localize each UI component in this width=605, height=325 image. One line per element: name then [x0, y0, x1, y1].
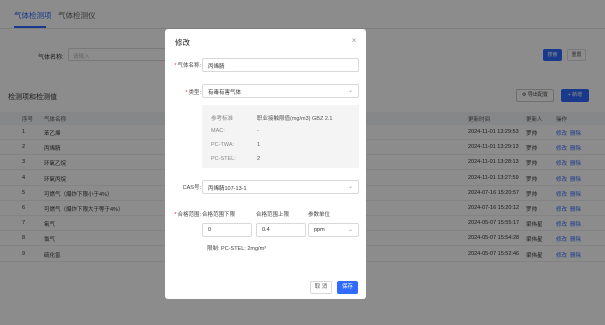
save-button[interactable]: 保存: [337, 281, 358, 294]
chevron-down-icon: ⌄: [347, 88, 353, 94]
gas-name-label: *气体名称:: [174, 63, 201, 69]
chevron-down-icon: ⌄: [347, 184, 353, 190]
reference-info-box: 参考标准 职业接触限值(mg/m3) GBZ 2.1 MAC: - PC-TWA…: [202, 105, 359, 168]
type-select[interactable]: 有毒有害气体 ⌄: [202, 84, 359, 98]
chevron-down-icon: ⌄: [347, 227, 353, 233]
ref-mac-key: MAC:: [211, 128, 225, 134]
edit-dialog: 修改 × *气体名称: 丙烯腈 *类型: 有毒有害气体 ⌄ 参考标准 职业接触限值…: [165, 29, 366, 299]
ref-twa-key: PC-TWA:: [211, 142, 235, 148]
lower-limit-input[interactable]: 0: [202, 223, 252, 237]
type-label: *类型:: [185, 90, 201, 96]
upper-limit-input[interactable]: 0.4: [256, 223, 306, 237]
type-select-value: 有毒有害气体: [208, 90, 242, 96]
ref-twa-value: 1: [257, 142, 261, 148]
lower-limit-header: 合格范围下限: [202, 212, 236, 218]
cancel-button[interactable]: 取 消: [310, 281, 332, 294]
unit-select[interactable]: ppm ⌄: [308, 223, 359, 237]
cas-select-value: 丙烯腈107-13-1: [208, 186, 247, 192]
upper-limit-header: 合格范围上限: [256, 212, 290, 218]
unit-select-value: ppm: [314, 227, 325, 233]
range-label: *合格范围:: [174, 212, 201, 218]
ref-standard-value: 职业接触限值(mg/m3) GBZ 2.1: [257, 116, 333, 122]
ref-stel-value: 2: [257, 156, 261, 162]
ref-stel-key: PC-STEL:: [211, 156, 236, 162]
unit-header: 参数单位: [308, 212, 331, 218]
limit-note: 限制: PC-STEL: 2mg/m³: [207, 246, 266, 252]
gas-name-input[interactable]: 丙烯腈: [202, 58, 359, 72]
close-icon[interactable]: ×: [349, 36, 359, 46]
cas-select[interactable]: 丙烯腈107-13-1 ⌄: [202, 180, 359, 194]
dialog-title: 修改: [175, 38, 190, 47]
cas-label: CAS号:: [182, 185, 201, 191]
ref-mac-value: -: [257, 128, 259, 134]
ref-standard-key: 参考标准: [211, 116, 234, 122]
